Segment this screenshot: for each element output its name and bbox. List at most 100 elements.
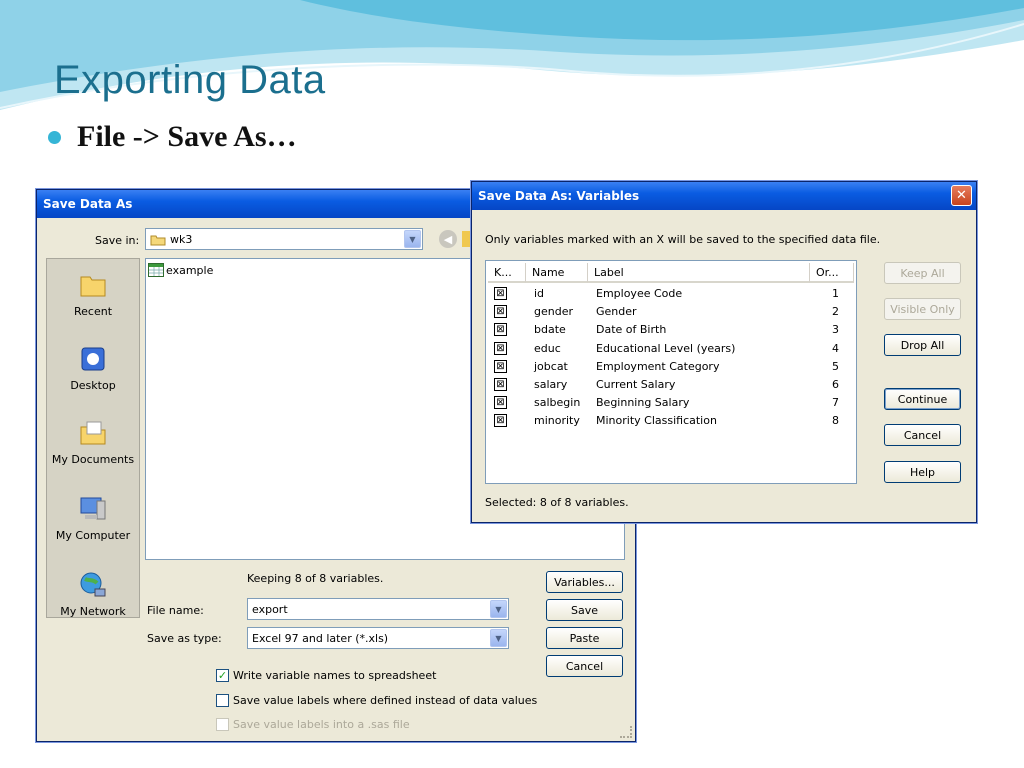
bullet-dot <box>48 130 61 144</box>
variable-name: educ <box>534 341 561 355</box>
selected-count-text: Selected: 8 of 8 variables. <box>485 496 629 509</box>
save-as-type-label: Save as type: <box>147 632 222 645</box>
table-row[interactable]: ⊠ jobcat Employment Category 5 <box>486 358 854 376</box>
save-button[interactable]: Save <box>546 599 623 621</box>
variable-label: Gender <box>596 305 637 319</box>
network-globe-icon <box>80 572 106 597</box>
table-row[interactable]: ⊠ gender Gender 2 <box>486 303 854 321</box>
table-row[interactable]: ⊠ minority Minority Classification 8 <box>486 412 854 430</box>
save-as-type-value: Excel 97 and later (*.xls) <box>252 631 389 645</box>
keep-checkbox[interactable]: ⊠ <box>494 341 507 355</box>
variable-name: jobcat <box>534 359 568 373</box>
file-name-value: export <box>252 602 288 616</box>
paste-button[interactable]: Paste <box>546 627 623 649</box>
file-name-label: File name: <box>147 604 204 617</box>
bullet-text: File -> Save As… <box>77 120 297 153</box>
keep-checkbox[interactable]: ⊠ <box>494 396 507 410</box>
computer-icon <box>80 497 106 520</box>
places-bar: Recent Desktop My Documents My Computer … <box>46 258 140 618</box>
chevron-down-icon[interactable]: ▼ <box>490 600 507 618</box>
place-label: My Documents <box>51 453 135 466</box>
cancel-button[interactable]: Cancel <box>884 424 961 446</box>
column-header-order[interactable]: Or... <box>810 263 854 283</box>
instruction-text: Only variables marked with an X will be … <box>485 233 881 246</box>
place-recent[interactable]: Recent <box>47 269 139 318</box>
save-dialog-title: Save Data As <box>43 197 133 211</box>
spreadsheet-file-icon <box>148 263 164 277</box>
variables-dialog-titlebar[interactable]: Save Data As: Variables <box>472 182 976 210</box>
file-name: example <box>166 263 214 277</box>
visible-only-button[interactable]: Visible Only <box>884 298 961 320</box>
variable-label: Current Salary <box>596 378 676 391</box>
variables-dialog-title: Save Data As: Variables <box>478 189 640 203</box>
variables-dialog: Save Data As: Variables ✕ Only variables… <box>471 181 977 523</box>
variable-label: Minority Classification <box>596 414 717 428</box>
variable-order: 8 <box>832 414 839 428</box>
place-label: Desktop <box>70 379 116 392</box>
variable-order: 2 <box>832 305 839 319</box>
variable-name: minority <box>534 414 580 428</box>
keep-checkbox[interactable]: ⊠ <box>494 305 507 319</box>
place-desktop[interactable]: Desktop <box>47 343 139 392</box>
variable-label: Educational Level (years) <box>596 341 736 355</box>
save-in-value: wk3 <box>170 232 193 246</box>
variable-label: Employee Code <box>596 287 683 300</box>
variable-order: 6 <box>832 378 839 391</box>
table-row[interactable]: ⊠ bdate Date of Birth 3 <box>486 321 854 339</box>
table-row[interactable]: ⊠ id Employee Code 1 <box>486 285 854 303</box>
resize-grip-icon[interactable] <box>620 726 632 738</box>
variables-table[interactable]: K... Name Label Or... ⊠ id Employee Code 1 ⊠… <box>485 260 857 484</box>
variable-label: Beginning Salary <box>596 396 690 410</box>
chevron-down-icon[interactable]: ▼ <box>404 230 421 248</box>
place-label: My Network <box>60 605 126 618</box>
save-in-label: Save in: <box>95 234 140 247</box>
folder-icon <box>150 234 166 245</box>
variable-name: bdate <box>534 323 566 337</box>
table-row[interactable]: ⊠ salbegin Beginning Salary 7 <box>486 394 854 412</box>
chevron-down-icon[interactable]: ▼ <box>490 629 507 647</box>
drop-all-button[interactable]: Drop All <box>884 334 961 356</box>
save-in-dropdown[interactable]: wk3 ▼ <box>145 228 423 250</box>
close-icon[interactable]: ✕ <box>951 185 972 206</box>
write-variable-names-checkbox[interactable]: ✓ <box>216 669 229 682</box>
keep-checkbox[interactable]: ⊠ <box>494 378 507 391</box>
variable-name: salary <box>534 378 568 391</box>
documents-folder-icon <box>80 421 106 445</box>
keep-checkbox[interactable]: ⊠ <box>494 359 507 373</box>
keep-all-button[interactable]: Keep All <box>884 262 961 284</box>
variable-name: salbegin <box>534 396 581 410</box>
variable-name: id <box>534 287 545 300</box>
keep-checkbox[interactable]: ⊠ <box>494 414 507 428</box>
slide-title: Exporting Data <box>54 58 326 102</box>
file-item[interactable]: example <box>148 263 213 277</box>
save-sas-file-checkbox <box>216 718 229 731</box>
column-header-label[interactable]: Label <box>588 263 810 283</box>
back-icon[interactable]: ◀ <box>439 230 457 248</box>
variable-order: 3 <box>832 323 839 337</box>
keeping-variables-text: Keeping 8 of 8 variables. <box>247 572 384 585</box>
table-row[interactable]: ⊠ salary Current Salary 6 <box>486 376 854 394</box>
variable-order: 1 <box>832 287 839 300</box>
column-header-keep[interactable]: K... <box>488 263 526 283</box>
desktop-icon <box>81 347 105 371</box>
recent-folder-icon <box>80 276 106 297</box>
checkbox-label: Save value labels where defined instead … <box>233 694 538 707</box>
keep-checkbox[interactable]: ⊠ <box>494 323 507 337</box>
variables-button[interactable]: Variables... <box>546 571 623 593</box>
place-my-documents[interactable]: My Documents <box>47 417 139 466</box>
keep-checkbox[interactable]: ⊠ <box>494 287 507 300</box>
column-header-name[interactable]: Name <box>526 263 588 283</box>
variable-label: Date of Birth <box>596 323 667 337</box>
variable-order: 5 <box>832 359 839 373</box>
help-button[interactable]: Help <box>884 461 961 483</box>
save-as-type-dropdown[interactable]: Excel 97 and later (*.xls) ▼ <box>247 627 509 649</box>
place-my-computer[interactable]: My Computer <box>47 493 139 542</box>
place-my-network[interactable]: My Network <box>47 569 139 618</box>
file-name-input[interactable]: export ▼ <box>247 598 509 620</box>
cancel-button[interactable]: Cancel <box>546 655 623 677</box>
save-value-labels-checkbox[interactable] <box>216 694 229 707</box>
table-row[interactable]: ⊠ educ Educational Level (years) 4 <box>486 340 854 358</box>
bullet-item: File -> Save As… <box>48 120 297 154</box>
continue-button[interactable]: Continue <box>884 388 961 410</box>
variable-order: 7 <box>832 396 839 410</box>
